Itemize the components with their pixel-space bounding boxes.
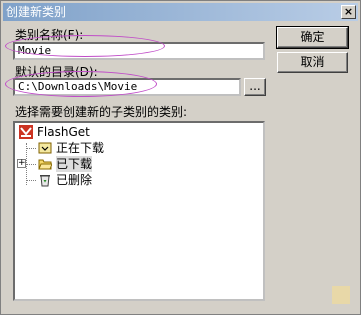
- cancel-button[interactable]: 取消: [277, 52, 348, 73]
- ok-button[interactable]: 确定: [276, 26, 349, 49]
- dialog-title: 创建新类别: [6, 5, 67, 19]
- tree-item-label: 已下载: [56, 156, 93, 172]
- close-button[interactable]: ×: [341, 5, 356, 19]
- tree-label: 选择需要创建新的子类别的类别:: [15, 105, 188, 119]
- tree-item-label: 已删除: [56, 173, 93, 187]
- tree-item-label: FlashGet: [37, 125, 90, 139]
- category-name-input[interactable]: Movie: [13, 42, 265, 60]
- resize-grip[interactable]: [332, 286, 350, 304]
- category-name-label: 类别名称(F):: [15, 28, 84, 42]
- create-category-dialog: 创建新类别 × 类别名称(F): Movie 默认的目录(D): C:\Down…: [0, 0, 361, 315]
- expand-toggle[interactable]: +: [17, 159, 26, 168]
- category-tree[interactable]: FlashGet 正在下载 + 已下载 已删除: [13, 121, 265, 301]
- folder-open-icon: [38, 157, 53, 171]
- title-bar[interactable]: 创建新类别 ×: [3, 3, 358, 21]
- browse-button[interactable]: ...: [244, 78, 266, 96]
- downloading-icon: [38, 141, 52, 155]
- default-dir-input[interactable]: C:\Downloads\Movie: [13, 78, 241, 96]
- recycle-bin-icon: [38, 173, 52, 187]
- tree-item-label: 正在下载: [56, 141, 105, 155]
- flashget-icon: [19, 125, 33, 139]
